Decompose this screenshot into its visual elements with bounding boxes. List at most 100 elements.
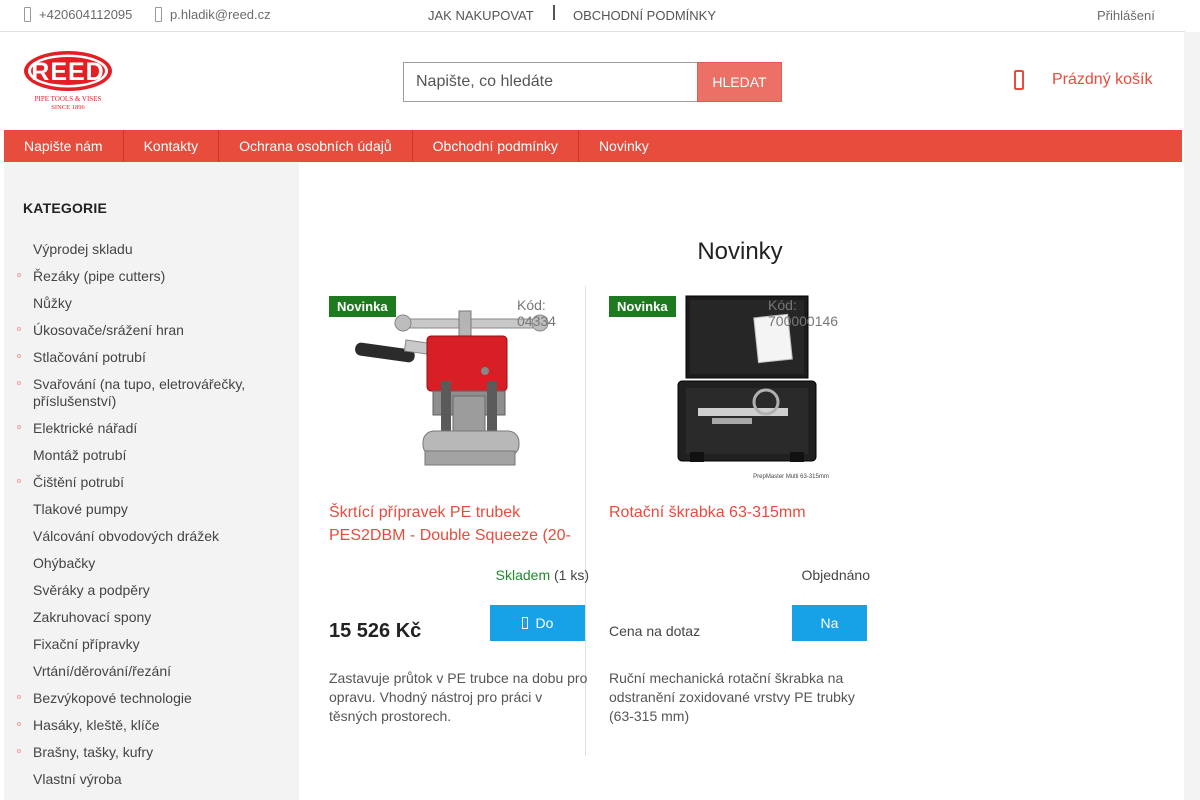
- top-bar: +420604112095 p.hladik@reed.cz JAK NAKUP…: [0, 0, 1185, 32]
- main-nav: Napište nám Kontakty Ochrana osobních úd…: [4, 130, 1182, 162]
- category-label: Montáž potrubí: [33, 447, 127, 463]
- product-description: Ruční mechanická rotační škrabka na odst…: [609, 670, 855, 724]
- category-label: Brašny, tašky, kufry: [33, 744, 154, 760]
- category-label: Elektrické nářadí: [33, 420, 138, 436]
- category-label: Nůžky: [33, 295, 72, 311]
- category-label: Válcování obvodových drážek: [33, 528, 219, 544]
- page-title: Novinky: [697, 238, 783, 265]
- category-list: Výprodej skladu Řezáky (pipe cutters) Nůžk…: [4, 236, 299, 800]
- category-item[interactable]: Montáž potrubí: [4, 442, 299, 469]
- stock-availability: Objednáno: [610, 567, 870, 583]
- category-item[interactable]: Hasáky, kleště, klíče: [4, 712, 299, 739]
- bullet-icon: [17, 479, 21, 483]
- category-sidebar: KATEGORIE Výprodej skladu Řezáky (pipe cu…: [4, 162, 299, 800]
- category-label: Bezvýkopové technologie: [33, 690, 192, 706]
- category-label: Stlačování potrubí: [33, 349, 146, 365]
- category-label: Výprodej skladu: [33, 241, 133, 257]
- sidebar-title: KATEGORIE: [23, 200, 107, 216]
- stock-availability: Skladem (1 ks): [329, 567, 589, 583]
- category-label: Vlastní výroba: [33, 771, 122, 787]
- nav-item-contacts[interactable]: Kontakty: [124, 130, 220, 162]
- product-card: Novinka Kód: 04334 Škrtící přípravek PE …: [305, 286, 589, 756]
- category-label: Vrtání/děrování/řezání: [33, 663, 172, 679]
- phone-number[interactable]: +420604112095: [39, 7, 132, 22]
- product-code: Kód: 04334: [517, 297, 556, 329]
- category-label: Fixační přípravky: [33, 636, 140, 652]
- bullet-icon: [17, 327, 21, 331]
- category-item[interactable]: Elektrické nářadí: [4, 415, 299, 442]
- category-item[interactable]: Vrtání/děrování/řezání: [4, 658, 299, 685]
- stock-status: Skladem: [495, 567, 551, 583]
- nav-item-news[interactable]: Novinky: [579, 130, 669, 162]
- category-item[interactable]: Válcování obvodových drážek: [4, 523, 299, 550]
- category-label: Hasáky, kleště, klíče: [33, 717, 160, 733]
- image-caption: PrepMaster Multi 63-315mm: [753, 474, 829, 480]
- category-item[interactable]: Výprodej skladu: [4, 236, 299, 263]
- email-icon: [155, 7, 162, 22]
- price-on-request: Cena na dotaz: [609, 623, 701, 639]
- top-link-how-to-shop[interactable]: JAK NAKUPOVAT: [428, 8, 534, 23]
- bullet-icon: [17, 722, 21, 726]
- phone-icon: [24, 7, 31, 22]
- reed-logo[interactable]: REED PIPE TOOLS & VISES SINCE 1896: [22, 50, 114, 111]
- svg-text:REED: REED: [31, 58, 104, 86]
- category-item[interactable]: Fixační přípravky: [4, 631, 299, 658]
- category-item[interactable]: Nůžky: [4, 290, 299, 317]
- bullet-icon: [17, 749, 21, 753]
- cart-link[interactable]: Prázdný košík: [1014, 70, 1152, 90]
- inquire-button[interactable]: Na dotaz: [792, 605, 867, 667]
- product-name-link[interactable]: Rotační škrabka 63-315mm: [609, 501, 871, 524]
- search-button[interactable]: HLEDAT: [697, 62, 782, 102]
- login-link[interactable]: Přihlášení: [1097, 8, 1155, 23]
- category-label: Řezáky (pipe cutters): [33, 268, 166, 284]
- nav-item-privacy[interactable]: Ochrana osobních údajů: [219, 130, 413, 162]
- product-price: 15 526 Kč: [329, 620, 422, 642]
- cart-icon: [1014, 70, 1024, 90]
- product-name-link[interactable]: Škrtící přípravek PE trubek PES2DBM - Do…: [329, 501, 591, 547]
- email-contact[interactable]: p.hladik@reed.cz: [155, 7, 271, 22]
- top-link-divider: [553, 5, 555, 20]
- email-address[interactable]: p.hladik@reed.cz: [170, 7, 271, 22]
- category-label: Čištění potrubí: [33, 474, 125, 490]
- category-label: Tlakové pumpy: [33, 501, 128, 517]
- category-label: Svěráky a podpěry: [33, 582, 150, 598]
- category-label: Svařování (na tupo, eletrovářečky, přísl…: [33, 376, 246, 409]
- category-item[interactable]: Bezvýkopové technologie: [4, 685, 299, 712]
- category-item[interactable]: Zakruhovací spony: [4, 604, 299, 631]
- category-item[interactable]: Vlastní výroba: [4, 766, 299, 793]
- category-item[interactable]: Značky: [4, 793, 299, 800]
- cart-label: Prázdný košík: [1052, 71, 1153, 88]
- product-card: Novinka Kód: 700000146 PrepMaster Multi …: [586, 286, 870, 756]
- phone-contact[interactable]: +420604112095: [24, 7, 132, 22]
- category-item[interactable]: Svařování (na tupo, eletrovářečky, přísl…: [4, 371, 299, 415]
- category-label: Úkosovače/srážení hran: [33, 322, 184, 338]
- svg-text:SINCE 1896: SINCE 1896: [51, 104, 85, 110]
- product-code: Kód: 700000146: [768, 297, 839, 329]
- bullet-icon: [17, 425, 21, 429]
- page-right-gutter: [1184, 32, 1200, 800]
- svg-text:PIPE TOOLS & VISES: PIPE TOOLS & VISES: [35, 95, 102, 103]
- category-item[interactable]: Řezáky (pipe cutters): [4, 263, 299, 290]
- bullet-icon: [17, 273, 21, 277]
- search-bar: HLEDAT: [403, 62, 782, 102]
- new-badge: Novinka: [609, 296, 676, 317]
- category-item[interactable]: Úkosovače/srážení hran: [4, 317, 299, 344]
- bullet-icon: [17, 381, 21, 385]
- nav-item-terms[interactable]: Obchodní podmínky: [413, 130, 579, 162]
- nav-item-write-us[interactable]: Napište nám: [4, 130, 124, 162]
- cart-icon: [521, 617, 528, 629]
- category-item[interactable]: Tlakové pumpy: [4, 496, 299, 523]
- search-input[interactable]: [403, 62, 697, 102]
- category-item[interactable]: Čištění potrubí: [4, 469, 299, 496]
- bullet-icon: [17, 695, 21, 699]
- category-label: Ohýbačky: [33, 555, 96, 571]
- category-item[interactable]: Brašny, tašky, kufry: [4, 739, 299, 766]
- bullet-icon: [17, 354, 21, 358]
- category-label: Zakruhovací spony: [33, 609, 152, 625]
- add-to-cart-button[interactable]: Do košíku: [490, 605, 585, 667]
- top-link-terms[interactable]: OBCHODNÍ PODMÍNKY: [573, 8, 716, 23]
- category-item[interactable]: Ohýbačky: [4, 550, 299, 577]
- stock-quantity: (1 ks): [554, 567, 589, 583]
- category-item[interactable]: Stlačování potrubí: [4, 344, 299, 371]
- category-item[interactable]: Svěráky a podpěry: [4, 577, 299, 604]
